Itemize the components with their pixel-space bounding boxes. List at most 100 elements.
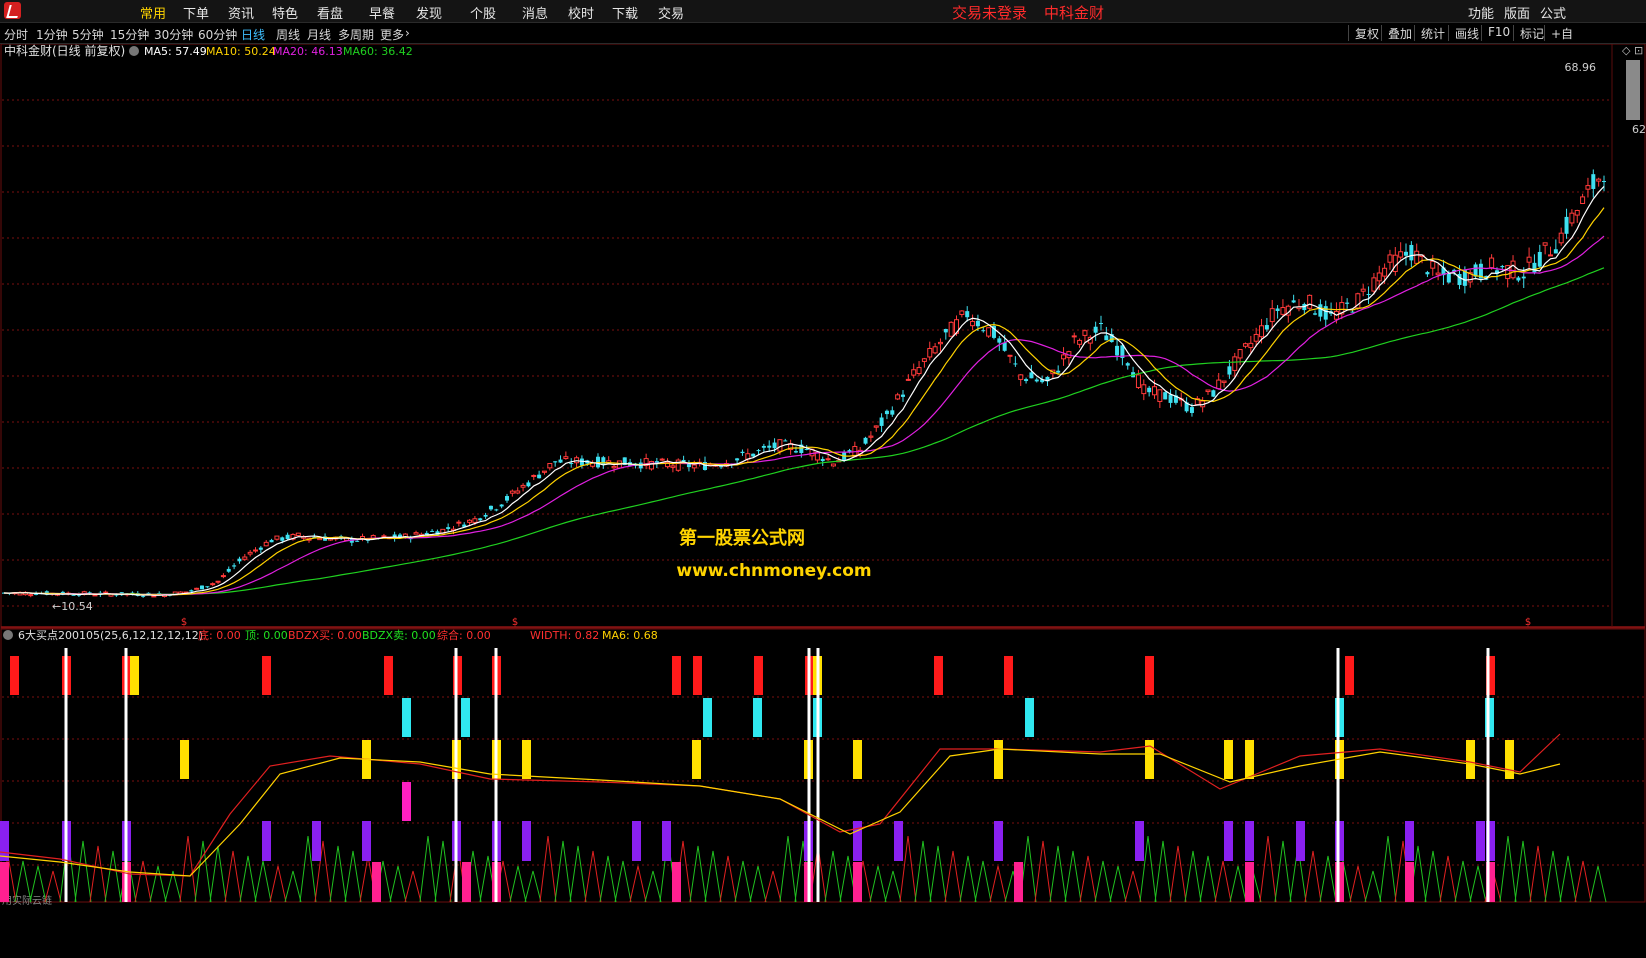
period-tab-6[interactable]: 日线 xyxy=(241,26,265,43)
candle-body xyxy=(1435,272,1441,276)
spike xyxy=(884,870,902,903)
signal-bar-purple xyxy=(894,821,903,861)
period-tab-2[interactable]: 5分钟 xyxy=(72,26,104,43)
period-toolbar: 分时 1分钟 5分钟 15分钟 30分钟 60分钟 日线 周线 月线 多周期 更多 › 复权 叠加 统计画… xyxy=(0,23,1646,44)
signal-bar-purple xyxy=(1135,821,1144,861)
chart-tool-1[interactable]: 叠加 xyxy=(1381,25,1412,41)
spike xyxy=(89,845,107,903)
chart-tool-2[interactable]: 统计 xyxy=(1414,25,1445,41)
candle-body xyxy=(1007,354,1013,357)
candle-body xyxy=(553,461,558,463)
period-tab-0[interactable]: 分时 xyxy=(4,26,28,43)
signal-bar-cyan xyxy=(461,698,470,737)
chart-tool-3[interactable]: 画线 xyxy=(1448,25,1479,41)
candle-body xyxy=(1360,288,1366,292)
candle-body xyxy=(569,463,574,465)
period-tab-10[interactable]: 更多 xyxy=(380,26,404,43)
menu-item-10[interactable]: 下载 xyxy=(612,3,638,22)
spike xyxy=(1454,860,1472,903)
candle-body xyxy=(873,425,879,428)
menu-item-5[interactable]: 早餐 xyxy=(369,3,395,22)
candle-body xyxy=(975,320,980,327)
spike xyxy=(1544,850,1562,903)
stock-chart-svg[interactable]: 中科金财(日线 前复权) MA5: 57.49 MA10: 50.24MA20: 4… xyxy=(0,43,1646,954)
menu-item-3[interactable]: 特色 xyxy=(272,3,298,22)
spike xyxy=(1529,845,1547,903)
menu-item-0[interactable]: 常用 xyxy=(140,3,166,22)
period-tab-1[interactable]: 1分钟 xyxy=(36,26,68,43)
candle-body xyxy=(756,450,761,452)
candle-body xyxy=(868,435,874,438)
spike xyxy=(869,865,887,903)
candle-body xyxy=(916,367,922,375)
candle-body xyxy=(478,518,483,521)
spike xyxy=(1109,865,1127,903)
candle-body xyxy=(210,583,216,586)
candle-body xyxy=(1404,251,1409,256)
candle-body xyxy=(1098,323,1103,325)
login-status[interactable]: 交易未登录 xyxy=(952,2,1027,23)
menu-item-1[interactable]: 下单 xyxy=(183,3,209,22)
candle-body xyxy=(1221,380,1227,383)
menu-item-8[interactable]: 消息 xyxy=(522,3,548,22)
period-tab-5[interactable]: 60分钟 xyxy=(198,26,237,43)
signal-bar-red xyxy=(10,656,19,695)
chart-tool-0[interactable]: 复权 xyxy=(1348,25,1379,41)
spike xyxy=(1124,870,1142,903)
period-tab-3[interactable]: 15分钟 xyxy=(110,26,149,43)
menu-item-7[interactable]: 个股 xyxy=(470,3,496,22)
menu-item-9[interactable]: 校时 xyxy=(568,3,594,22)
candle-body xyxy=(1542,242,1548,246)
candle-body xyxy=(890,410,895,415)
period-tab-8[interactable]: 月线 xyxy=(307,26,331,43)
menu-item-2[interactable]: 资讯 xyxy=(228,3,254,22)
spike xyxy=(1499,835,1517,903)
candle-body xyxy=(1526,256,1532,263)
period-tab-7[interactable]: 周线 xyxy=(276,26,300,43)
candle-body xyxy=(1345,302,1350,304)
candle-body xyxy=(1242,343,1248,347)
ma-legend-2: MA20: 46.13 xyxy=(273,45,343,58)
indicator-value-0: 底: 0.00 xyxy=(198,628,241,642)
spike xyxy=(1184,850,1202,903)
candle-body xyxy=(1521,276,1526,279)
candle-body xyxy=(317,537,323,541)
candle-body xyxy=(1168,394,1173,403)
menu-right-2[interactable]: 公式 xyxy=(1540,3,1566,22)
spike xyxy=(254,860,272,903)
menu-item-4[interactable]: 看盘 xyxy=(317,3,343,22)
menu-right-1[interactable]: 版面 xyxy=(1504,3,1530,22)
menu-item-6[interactable]: 发现 xyxy=(416,3,442,22)
app-logo-icon[interactable] xyxy=(4,2,21,19)
chart-tool-6[interactable]: +自 xyxy=(1544,25,1573,41)
candle-body xyxy=(863,437,868,444)
candle-body xyxy=(601,457,606,465)
menu-item-11[interactable]: 交易 xyxy=(658,3,684,22)
spike xyxy=(554,840,572,903)
candle-body xyxy=(767,445,772,448)
spike xyxy=(584,850,602,903)
chart-tool-5[interactable]: 标记 xyxy=(1513,25,1544,41)
candle-body xyxy=(1275,308,1280,311)
candle-body xyxy=(509,490,515,494)
candle-body xyxy=(1446,273,1451,283)
menu-bar: 常用 下单 资讯 特色 看盘 早餐 发现 个股 消息 校时 下载 交易 交易未登录 中科金财 功能 版面… xyxy=(0,0,1646,23)
candle-body xyxy=(783,440,788,442)
stock-title: 中科金财(日线 前复权) xyxy=(4,44,125,58)
candle-body xyxy=(1248,342,1254,349)
candle-body xyxy=(430,530,435,532)
spike xyxy=(1469,865,1487,903)
menu-right-0[interactable]: 功能 xyxy=(1468,3,1494,22)
signal-bar-purple xyxy=(1245,821,1254,861)
period-tab-4[interactable]: 30分钟 xyxy=(154,26,193,43)
period-tab-9[interactable]: 多周期 xyxy=(338,26,374,43)
more-chevron-icon[interactable]: › xyxy=(405,26,410,40)
candle-body xyxy=(830,463,836,467)
spike xyxy=(404,870,422,903)
spike xyxy=(1319,855,1337,903)
signal-bar-purple xyxy=(1476,821,1485,861)
candle-body xyxy=(932,346,938,354)
spike xyxy=(1559,855,1577,903)
chart-tool-4[interactable]: F10 xyxy=(1481,25,1510,41)
chart-area[interactable]: 中科金财(日线 前复权) MA5: 57.49 MA10: 50.24 MA20: 4… xyxy=(0,43,1646,954)
